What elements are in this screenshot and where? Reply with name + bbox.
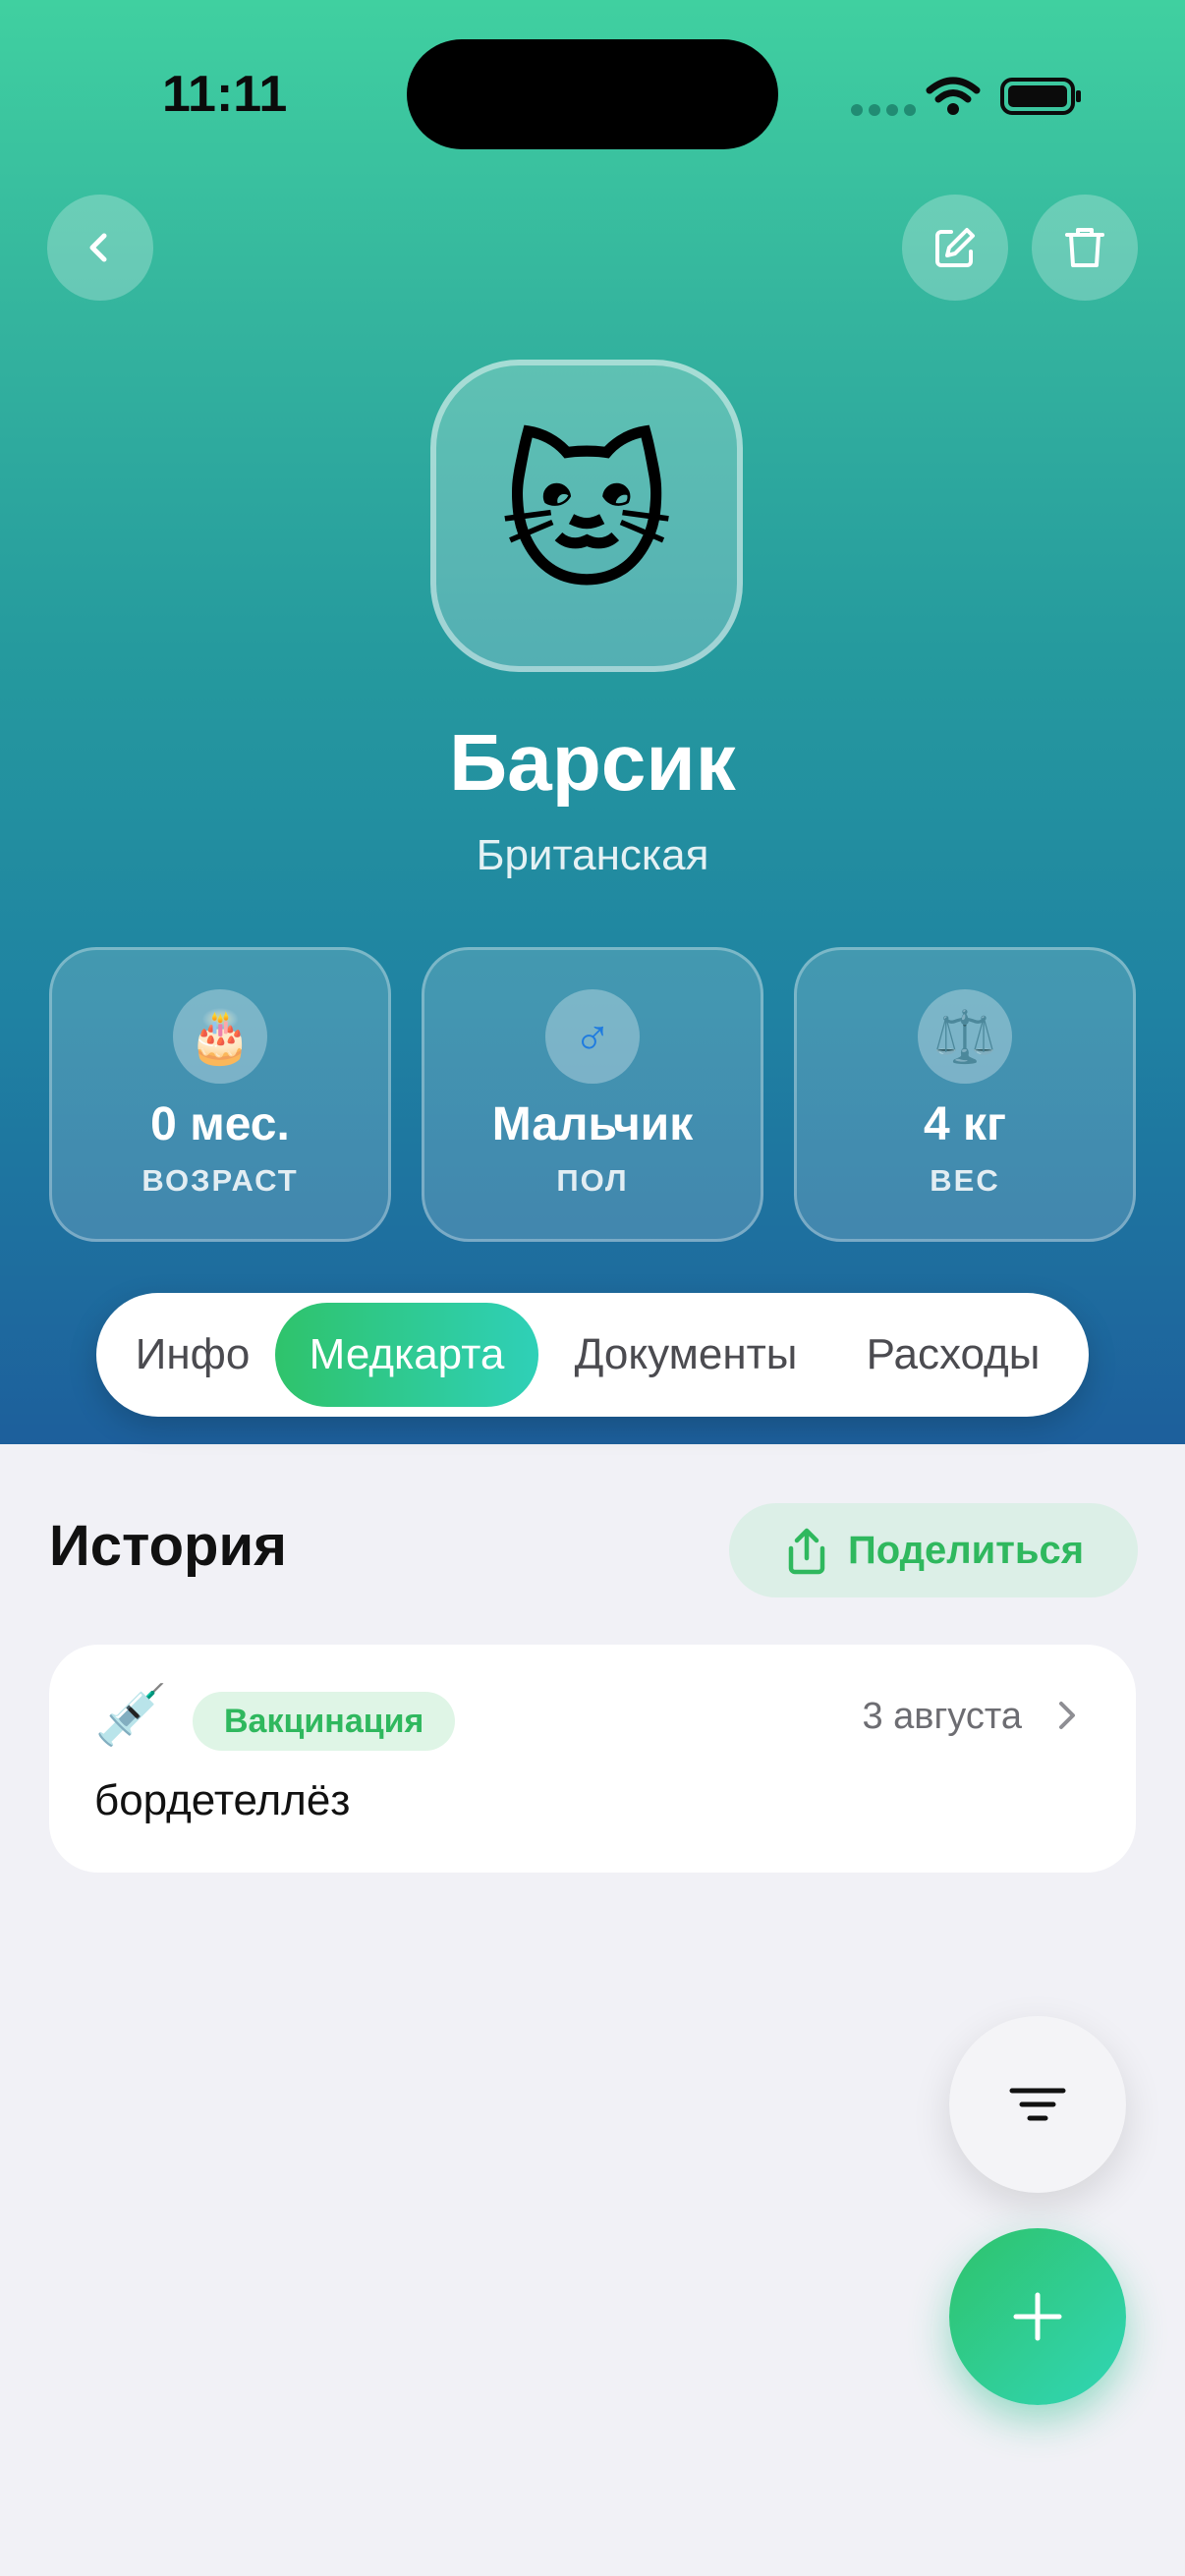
- pet-breed: Британская: [476, 831, 709, 879]
- record-date: 3 августа: [862, 1696, 1022, 1737]
- tab-documents[interactable]: Документы: [546, 1293, 825, 1417]
- history-record[interactable]: 💉 Вакцинация 3 августа бордетеллёз: [49, 1645, 1136, 1873]
- add-record-button[interactable]: [949, 2228, 1126, 2405]
- stat-label: ВЕС: [930, 1163, 1000, 1198]
- scales-icon: ⚖️: [918, 989, 1012, 1084]
- trash-icon: [1065, 228, 1104, 267]
- record-category-badge: Вакцинация: [193, 1692, 456, 1751]
- stat-card-age: 🎂 0 мес. ВОЗРАСТ: [49, 947, 391, 1242]
- birthday-cake-icon: 🎂: [173, 989, 267, 1084]
- stat-value: 4 кг: [923, 1098, 1007, 1150]
- syringe-icon: 💉: [94, 1682, 168, 1748]
- stat-label: ВОЗРАСТ: [141, 1163, 299, 1198]
- delete-button[interactable]: [1032, 195, 1138, 301]
- edit-button[interactable]: [902, 195, 1008, 301]
- filter-button[interactable]: [949, 2016, 1126, 2193]
- share-icon: [788, 1528, 825, 1575]
- male-sign-icon: ♂: [545, 989, 640, 1084]
- plus-icon: [1013, 2292, 1062, 2341]
- wifi-icon: [926, 77, 981, 120]
- chevron-right-icon: [1059, 1702, 1075, 1729]
- stat-label: ПОЛ: [556, 1163, 629, 1198]
- share-label: Поделиться: [847, 1528, 1085, 1572]
- stat-card-sex: ♂ Мальчик ПОЛ: [422, 947, 763, 1242]
- stat-value: 0 мес.: [150, 1098, 290, 1150]
- share-button[interactable]: Поделиться: [729, 1503, 1138, 1597]
- pet-avatar[interactable]: 🐱: [430, 360, 743, 672]
- history-title: История: [49, 1514, 287, 1578]
- segmented-tabs: Инфо Медкарта Документы Расходы: [96, 1293, 1089, 1417]
- chevron-left-icon: [89, 233, 107, 262]
- stat-value: Мальчик: [491, 1098, 694, 1150]
- edit-icon: [935, 228, 975, 267]
- battery-icon: [1000, 77, 1083, 120]
- cat-face-icon: 🐱: [499, 419, 674, 613]
- back-button[interactable]: [47, 195, 153, 301]
- dynamic-island: [407, 39, 778, 149]
- tab-expenses[interactable]: Расходы: [833, 1293, 1073, 1417]
- status-time: 11:11: [162, 66, 288, 123]
- cellular-signal-icon: [851, 104, 916, 116]
- stat-card-weight: ⚖️ 4 кг ВЕС: [794, 947, 1136, 1242]
- tab-medcard[interactable]: Медкарта: [275, 1303, 538, 1407]
- tab-info[interactable]: Инфо: [116, 1293, 269, 1417]
- record-title: бордетеллёз: [94, 1776, 351, 1824]
- filter-icon: [1009, 2088, 1066, 2121]
- pet-name: Барсик: [449, 718, 736, 808]
